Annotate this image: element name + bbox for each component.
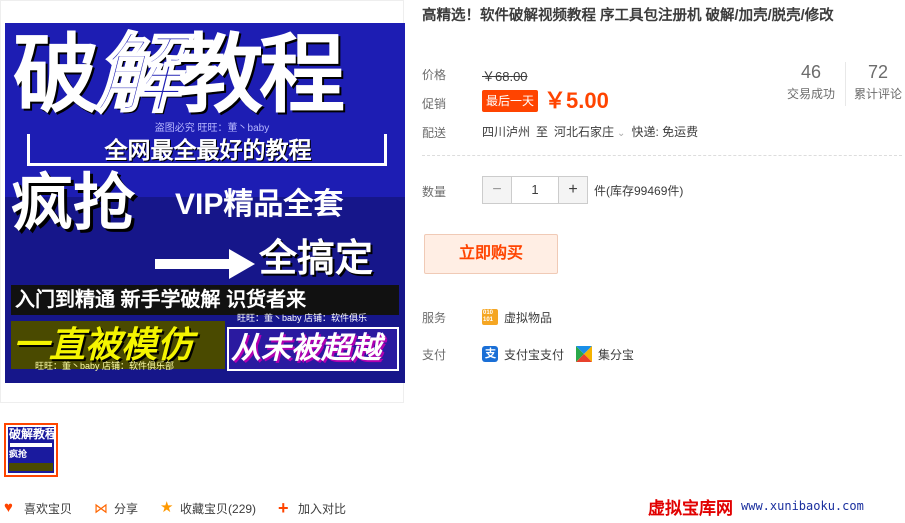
ship-to-word: 至 [536,125,549,139]
like-button[interactable]: ♥ 喜欢宝贝 [4,498,72,518]
express-fee: 快递: 免运费 [631,125,699,139]
quantity-stepper: − 1 + [482,176,588,204]
transactions-count: 46 [800,62,822,82]
share-icon: ⋈ [94,500,109,516]
service-row: 010 101 虚拟物品 [482,307,552,327]
jifenbao-icon [576,346,593,362]
thumbnail-line-2: 疯抢 [9,449,28,459]
item-actions: ♥ 喜欢宝贝 ⋈ 分享 ★ 收藏宝贝(229) + 加入对比 [4,498,368,518]
buy-now-button[interactable]: 立即购买 [424,234,558,274]
thumbnail-line-1: 破解教程 [9,427,54,441]
ship-destination-select[interactable]: 河北石家庄 [554,125,614,139]
payment-row: 支 支付宝支付 集分宝 [482,344,646,364]
transactions-stat: 46 交易成功 [780,60,842,104]
service-label: 服务 [422,311,447,325]
heart-icon: ♥ [4,499,13,516]
brand-url: www.xunibaoku.com [741,499,864,513]
share-button[interactable]: ⋈ 分享 [94,498,138,518]
poster-headline-2: 解 [94,25,182,125]
arrow-right-icon [155,249,255,279]
product-title: 高精选！软件破解视频教程 序工具包注册机 破解/加壳/脱壳/修改 [422,8,834,24]
favorite-label: 收藏宝贝(229) [180,501,257,516]
ship-from: 四川泸州 [482,125,531,139]
chevron-down-icon[interactable]: ⌄ [617,128,625,139]
divider [422,155,902,156]
plus-icon: + [278,498,289,518]
poster-watermark-mid: 旺旺：董丶baby 店铺：软件俱乐 [237,313,368,323]
promo-price: ￥5.00 [544,88,609,113]
reviews-stat[interactable]: 72 累计评论 [847,60,905,104]
delivery-label: 配送 [422,126,447,140]
compare-button[interactable]: + 加入对比 [278,498,346,518]
quantity-decrease-button[interactable]: − [483,177,511,203]
poster-subtitle: 全网最全最好的教程 [104,137,312,163]
transactions-label: 交易成功 [786,87,835,101]
site-watermark: 虚拟宝库网 www.xunibaoku.com [648,494,864,518]
like-label: 喜欢宝贝 [24,501,73,516]
original-price: ￥68.00 [482,69,528,84]
product-page: 破解教程 盗图必究 旺旺：董丶baby 全网最全最好的教程 疯抢 VIP精品全套… [0,0,905,523]
payment-label: 支付 [422,348,447,362]
stock-info: 件(库存99469件) [594,184,684,198]
poster-never-exceeded: 从未被超越 [231,332,381,365]
jifenbao-label: 集分宝 [598,347,635,362]
poster-headline-3: 教程 [177,25,345,125]
poster-rush: 疯抢 [11,166,136,239]
thumbnail-selected[interactable]: 破解教程 疯抢 [4,423,58,477]
poster-watermark-bottom: 旺旺：董丶baby 店铺：软件俱乐部 [35,361,175,371]
service-virtual-goods[interactable]: 虚拟物品 [504,309,552,326]
quantity-increase-button[interactable]: + [559,177,587,203]
share-label: 分享 [114,501,139,516]
quantity-input[interactable]: 1 [511,177,559,203]
brand-name: 虚拟宝库网 [648,498,733,518]
poster-all-done: 全搞定 [259,238,374,280]
poster-headline: 破解教程 [13,25,403,125]
virtual-goods-icon-text: 010 101 [483,310,494,323]
alipay-icon: 支 [482,346,498,362]
star-icon: ★ [160,499,174,516]
alipay-icon-glyph: 支 [485,348,496,360]
promo-label: 促销 [422,97,447,111]
payment-jifenbao[interactable]: 集分宝 [576,346,634,363]
main-product-image[interactable]: 破解教程 盗图必究 旺旺：董丶baby 全网最全最好的教程 疯抢 VIP精品全套… [0,0,405,403]
compare-label: 加入对比 [298,501,347,516]
poster-watermark-top: 盗图必究 旺旺：董丶baby [154,123,270,134]
virtual-goods-icon: 010 101 [482,309,498,325]
alipay-label: 支付宝支付 [504,347,565,362]
price-label: 价格 [422,68,447,82]
poster-headline-1: 破 [13,25,99,125]
poster-vip: VIP精品全套 [175,188,344,221]
delivery-info: 四川泸州至河北石家庄 ⌄ 快递: 免运费 [482,122,698,144]
favorite-button[interactable]: ★ 收藏宝贝(229) [160,498,256,518]
thumbnail-image: 破解教程 疯抢 [8,427,54,473]
stat-divider [845,62,846,106]
promo-tag: 最后一天 [482,90,538,112]
quantity-label: 数量 [422,185,447,199]
reviews-label: 累计评论 [853,87,902,101]
reviews-count: 72 [867,62,889,82]
payment-alipay[interactable]: 支 支付宝支付 [482,346,564,363]
product-image-poster: 破解教程 盗图必究 旺旺：董丶baby 全网最全最好的教程 疯抢 VIP精品全套… [5,23,405,383]
